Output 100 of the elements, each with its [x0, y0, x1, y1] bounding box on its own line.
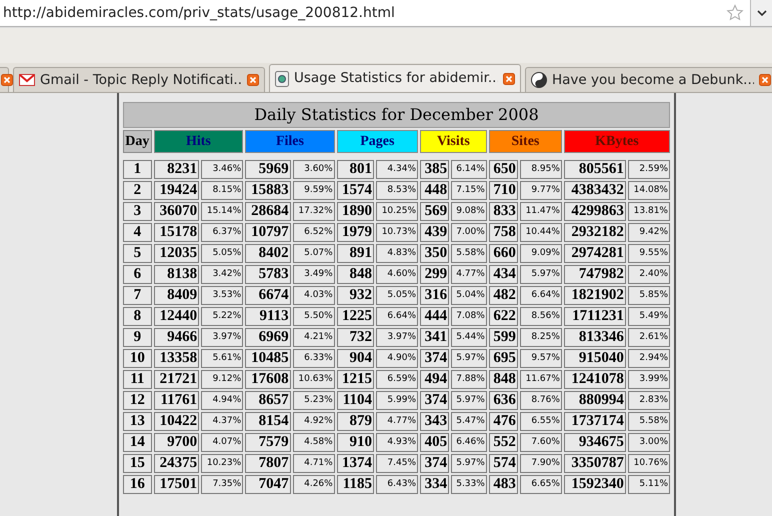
percent-cell: 11.67% — [520, 370, 562, 389]
percent-cell: 6.14% — [451, 160, 487, 179]
day-cell: 16 — [123, 475, 152, 494]
caret-icon — [756, 10, 766, 16]
day-cell: 8 — [123, 307, 152, 326]
count-cell: 8138 — [154, 265, 200, 284]
count-cell: 1979 — [336, 223, 374, 242]
count-cell: 1185 — [336, 475, 374, 494]
count-cell: 28684 — [245, 202, 291, 221]
count-cell: 448 — [420, 181, 450, 200]
percent-cell: 3.53% — [201, 286, 244, 305]
percent-cell: 4.77% — [376, 412, 418, 431]
count-cell: 801 — [336, 160, 374, 179]
percent-cell: 4.34% — [376, 160, 418, 179]
percent-cell: 4.94% — [201, 391, 244, 410]
count-cell: 405 — [420, 433, 450, 452]
close-icon[interactable] — [1, 74, 13, 86]
percent-cell: 8.53% — [376, 181, 418, 200]
count-cell: 343 — [420, 412, 450, 431]
percent-cell: 4.26% — [292, 475, 335, 494]
percent-cell: 5.97% — [451, 454, 487, 473]
count-cell: 904 — [336, 349, 374, 368]
percent-cell: 10.23% — [201, 454, 244, 473]
percent-cell: 3.46% — [201, 160, 244, 179]
day-cell: 12 — [123, 391, 152, 410]
count-cell: 934675 — [564, 433, 626, 452]
count-cell: 833 — [488, 202, 518, 221]
column-header: Pages — [336, 130, 418, 153]
percent-cell: 5.58% — [628, 412, 670, 431]
count-cell: 21721 — [154, 370, 200, 389]
count-cell: 6969 — [245, 328, 291, 347]
count-cell: 636 — [488, 391, 518, 410]
percent-cell: 4.37% — [201, 412, 244, 431]
percent-cell: 2.94% — [628, 349, 670, 368]
count-cell: 622 — [488, 307, 518, 326]
day-cell: 2 — [123, 181, 152, 200]
count-cell: 8402 — [245, 244, 291, 263]
percent-cell: 5.99% — [376, 391, 418, 410]
count-cell: 805561 — [564, 160, 626, 179]
count-cell: 482 — [488, 286, 518, 305]
browser-tab[interactable]: Usage Statistics for abidemir... — [269, 64, 521, 92]
close-icon[interactable] — [247, 74, 259, 86]
yin-yang-icon — [531, 72, 547, 88]
percent-cell: 4.58% — [292, 433, 335, 452]
count-cell: 9466 — [154, 328, 200, 347]
percent-cell: 8.15% — [201, 181, 244, 200]
count-cell: 1225 — [336, 307, 374, 326]
count-cell: 439 — [420, 223, 450, 242]
count-cell: 650 — [488, 160, 518, 179]
count-cell: 10485 — [245, 349, 291, 368]
page-icon — [275, 70, 289, 86]
count-cell: 695 — [488, 349, 518, 368]
column-header: KBytes — [564, 130, 670, 153]
count-cell: 10422 — [154, 412, 200, 431]
percent-cell: 4.77% — [451, 265, 487, 284]
column-header: Sites — [488, 130, 562, 153]
count-cell: 444 — [420, 307, 450, 326]
percent-cell: 15.14% — [201, 202, 244, 221]
percent-cell: 3.97% — [201, 328, 244, 347]
percent-cell: 7.00% — [451, 223, 487, 242]
count-cell: 11761 — [154, 391, 200, 410]
day-cell: 11 — [123, 370, 152, 389]
percent-cell: 8.76% — [520, 391, 562, 410]
percent-cell: 7.15% — [451, 181, 487, 200]
percent-cell: 6.46% — [451, 433, 487, 452]
count-cell: 2932182 — [564, 223, 626, 242]
percent-cell: 5.04% — [451, 286, 487, 305]
percent-cell: 5.47% — [451, 412, 487, 431]
percent-cell: 6.64% — [376, 307, 418, 326]
count-cell: 12035 — [154, 244, 200, 263]
percent-cell: 9.08% — [451, 202, 487, 221]
count-cell: 747982 — [564, 265, 626, 284]
day-cell: 9 — [123, 328, 152, 347]
count-cell: 4383432 — [564, 181, 626, 200]
percent-cell: 6.65% — [520, 475, 562, 494]
percent-cell: 4.83% — [376, 244, 418, 263]
percent-cell: 4.21% — [292, 328, 335, 347]
percent-cell: 7.08% — [451, 307, 487, 326]
browser-tab[interactable]: Gmail - Topic Reply Notificati... — [13, 67, 265, 92]
percent-cell: 11.47% — [520, 202, 562, 221]
percent-cell: 6.52% — [292, 223, 335, 242]
dropdown-button[interactable] — [750, 0, 772, 26]
percent-cell: 10.25% — [376, 202, 418, 221]
close-icon[interactable] — [503, 72, 515, 84]
column-header: Visits — [420, 130, 487, 153]
percent-cell: 7.88% — [451, 370, 487, 389]
count-cell: 732 — [336, 328, 374, 347]
count-cell: 7579 — [245, 433, 291, 452]
count-cell: 2974281 — [564, 244, 626, 263]
percent-cell: 9.59% — [292, 181, 335, 200]
percent-cell: 10.63% — [292, 370, 335, 389]
percent-cell: 5.97% — [520, 265, 562, 284]
count-cell: 8154 — [245, 412, 291, 431]
close-icon[interactable] — [759, 74, 771, 86]
percent-cell: 9.42% — [628, 223, 670, 242]
count-cell: 8409 — [154, 286, 200, 305]
count-cell: 879 — [336, 412, 374, 431]
star-icon[interactable] — [726, 4, 744, 22]
percent-cell: 7.45% — [376, 454, 418, 473]
count-cell: 1737174 — [564, 412, 626, 431]
